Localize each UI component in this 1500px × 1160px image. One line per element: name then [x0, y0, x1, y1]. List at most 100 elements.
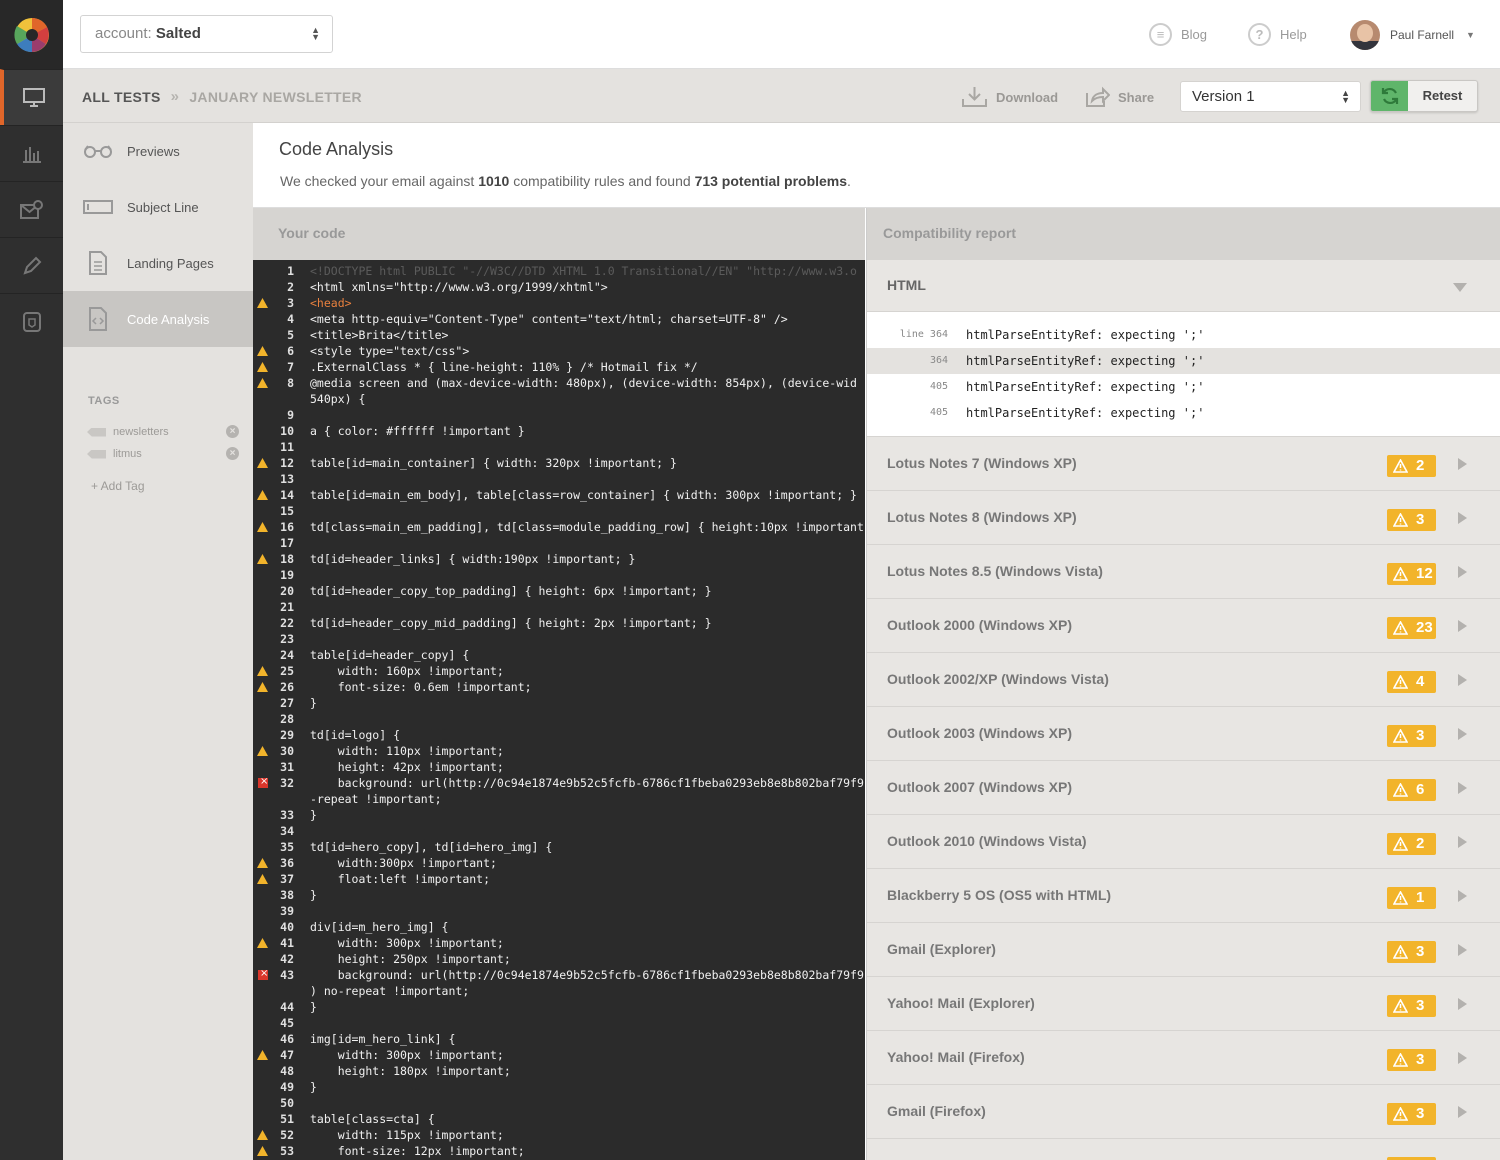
expand-arrow-icon[interactable] — [1458, 566, 1467, 578]
code-line[interactable]: 10 a { color: #ffffff !important } — [253, 423, 865, 439]
client-row[interactable]: Outlook 2003 (Windows XP) 3 — [867, 707, 1500, 761]
code-line[interactable]: 41 width: 300px !important; — [253, 935, 865, 951]
code-line[interactable]: 43 background: url(http://0c94e1874e9b52… — [253, 966, 865, 983]
code-line[interactable]: 12 table[id=main_container] { width: 320p… — [253, 455, 865, 471]
code-line[interactable]: 27} — [253, 695, 865, 711]
breadcrumb-all-tests[interactable]: ALL TESTS — [82, 89, 161, 105]
issue-row[interactable]: 364 htmlParseEntityRef: expecting ';' — [867, 348, 1500, 374]
user-menu[interactable]: Paul Farnell ▼ — [1350, 20, 1475, 50]
code-line[interactable]: 38} — [253, 887, 865, 903]
issue-row[interactable]: 405 htmlParseEntityRef: expecting ';' — [867, 374, 1500, 400]
code-line[interactable]: 49} — [253, 1079, 865, 1095]
code-line[interactable]: 39 — [253, 903, 865, 919]
code-line[interactable]: 25 width: 160px !important; — [253, 663, 865, 679]
code-line[interactable]: 16 td[class=main_em_padding], td[class=mo… — [253, 519, 865, 535]
code-line[interactable]: 11 — [253, 439, 865, 455]
client-row[interactable]: Yahoo! Mail (Firefox) 3 — [867, 1031, 1500, 1085]
code-line[interactable]: ) no-repeat !important; — [253, 983, 865, 999]
code-line[interactable]: 29 td[id=logo] { — [253, 727, 865, 743]
expand-arrow-icon[interactable] — [1458, 998, 1467, 1010]
client-row[interactable]: Gmail (Explorer) 3 — [867, 923, 1500, 977]
expand-arrow-icon[interactable] — [1458, 890, 1467, 902]
code-line[interactable]: 18 td[id=header_links] { width:190px !imp… — [253, 551, 865, 567]
code-line[interactable]: 32 background: url(http://0c94e1874e9b52… — [253, 774, 865, 791]
rail-security[interactable] — [0, 293, 63, 349]
code-line[interactable]: 52 width: 115px !important; — [253, 1127, 865, 1143]
client-row[interactable]: Lotus Notes 8.5 (Windows Vista) 12 — [867, 545, 1500, 599]
code-line[interactable]: 30 width: 110px !important; — [253, 743, 865, 759]
client-row[interactable]: Lotus Notes 7 (Windows XP) 2 — [867, 437, 1500, 491]
sidebar-item-landing-pages[interactable]: Landing Pages — [63, 235, 253, 291]
remove-tag-icon[interactable]: × — [226, 447, 239, 460]
litmus-logo[interactable] — [0, 0, 63, 69]
code-line[interactable]: 17 — [253, 535, 865, 551]
code-line[interactable]: 50 — [253, 1095, 865, 1111]
code-line[interactable]: 42 height: 250px !important; — [253, 951, 865, 967]
code-line[interactable]: 34 — [253, 823, 865, 839]
code-line[interactable]: 48 height: 180px !important; — [253, 1063, 865, 1079]
sidebar-item-subject-line[interactable]: Subject Line — [63, 179, 253, 235]
code-line[interactable]: 51 table[class=cta] { — [253, 1111, 865, 1127]
client-row[interactable] — [867, 1139, 1500, 1160]
remove-tag-icon[interactable]: × — [226, 425, 239, 438]
code-line[interactable]: 2 <html xmlns="http://www.w3.org/1999/xht… — [253, 279, 865, 295]
rail-desktop[interactable] — [0, 69, 63, 125]
download-button[interactable]: Download — [961, 86, 1058, 108]
rail-email[interactable] — [0, 181, 63, 237]
code-editor[interactable]: 1 <!DOCTYPE html PUBLIC "-//W3C//DTD XHTM… — [253, 260, 865, 1160]
code-line[interactable]: 13 — [253, 471, 865, 487]
code-line[interactable]: 8 @media screen and (max-device-width: 48… — [253, 375, 865, 391]
client-row[interactable]: Outlook 2002/XP (Windows Vista) 4 — [867, 653, 1500, 707]
code-line[interactable]: 36 width:300px !important; — [253, 855, 865, 871]
expand-arrow-icon[interactable] — [1458, 458, 1467, 470]
code-line[interactable]: 24 table[id=header_copy] { — [253, 647, 865, 663]
help-link[interactable]: ? Help — [1248, 23, 1307, 46]
code-line[interactable]: 47 width: 300px !important; — [253, 1047, 865, 1063]
account-select[interactable]: account: Salted ▲ ▼ — [80, 15, 333, 53]
issue-row[interactable]: line 364 htmlParseEntityRef: expecting ';… — [867, 322, 1500, 348]
code-line[interactable]: 53 font-size: 12px !important; — [253, 1143, 865, 1159]
retest-button[interactable]: Retest — [1370, 80, 1478, 112]
expand-arrow-icon[interactable] — [1458, 512, 1467, 524]
code-line[interactable]: 37 float:left !important; — [253, 871, 865, 887]
code-line[interactable]: 40 div[id=m_hero_img] { — [253, 919, 865, 935]
code-line[interactable]: 21 — [253, 599, 865, 615]
tag-litmus[interactable]: litmus × — [87, 443, 253, 465]
code-line[interactable]: 7 .ExternalClass * { line-height: 110% } … — [253, 359, 865, 375]
html-section-header[interactable]: HTML — [867, 260, 1500, 312]
code-line[interactable]: 28 — [253, 711, 865, 727]
client-row[interactable]: Gmail (Firefox) 3 — [867, 1085, 1500, 1139]
code-line[interactable]: 26 font-size: 0.6em !important; — [253, 679, 865, 695]
code-line[interactable]: -repeat !important; — [253, 791, 865, 807]
expand-arrow-icon[interactable] — [1458, 944, 1467, 956]
code-line[interactable]: 3 <head> — [253, 295, 865, 311]
collapse-arrow-icon[interactable] — [1453, 283, 1467, 292]
rail-analytics[interactable] — [0, 125, 63, 181]
blog-link[interactable]: ≡ Blog — [1149, 23, 1207, 46]
code-line[interactable]: 9 — [253, 407, 865, 423]
issue-row[interactable]: 405 htmlParseEntityRef: expecting ';' — [867, 400, 1500, 426]
expand-arrow-icon[interactable] — [1458, 1106, 1467, 1118]
client-row[interactable]: Blackberry 5 OS (OS5 with HTML) 1 — [867, 869, 1500, 923]
code-line[interactable]: 44} — [253, 999, 865, 1015]
tag-newsletters[interactable]: newsletters × — [87, 421, 253, 443]
code-line[interactable]: 45 — [253, 1015, 865, 1031]
sidebar-item-previews[interactable]: Previews — [63, 123, 253, 179]
client-row[interactable]: Lotus Notes 8 (Windows XP) 3 — [867, 491, 1500, 545]
expand-arrow-icon[interactable] — [1458, 1052, 1467, 1064]
code-line[interactable]: 540px) { — [253, 391, 865, 407]
code-line[interactable]: 22 td[id=header_copy_mid_padding] { heigh… — [253, 615, 865, 631]
code-line[interactable]: 23 — [253, 631, 865, 647]
rail-builder[interactable] — [0, 237, 63, 293]
code-line[interactable]: 5 <title>Brita</title> — [253, 327, 865, 343]
sidebar-item-code-analysis[interactable]: Code Analysis — [63, 291, 253, 347]
client-row[interactable]: Outlook 2010 (Windows Vista) 2 — [867, 815, 1500, 869]
add-tag-link[interactable]: + Add Tag — [91, 479, 253, 493]
expand-arrow-icon[interactable] — [1458, 620, 1467, 632]
code-line[interactable]: 15 — [253, 503, 865, 519]
expand-arrow-icon[interactable] — [1458, 836, 1467, 848]
client-row[interactable]: Outlook 2007 (Windows XP) 6 — [867, 761, 1500, 815]
code-line[interactable]: 4 <meta http-equiv="Content-Type" content… — [253, 311, 865, 327]
code-line[interactable]: 6 <style type="text/css"> — [253, 343, 865, 359]
share-button[interactable]: Share — [1085, 86, 1154, 108]
